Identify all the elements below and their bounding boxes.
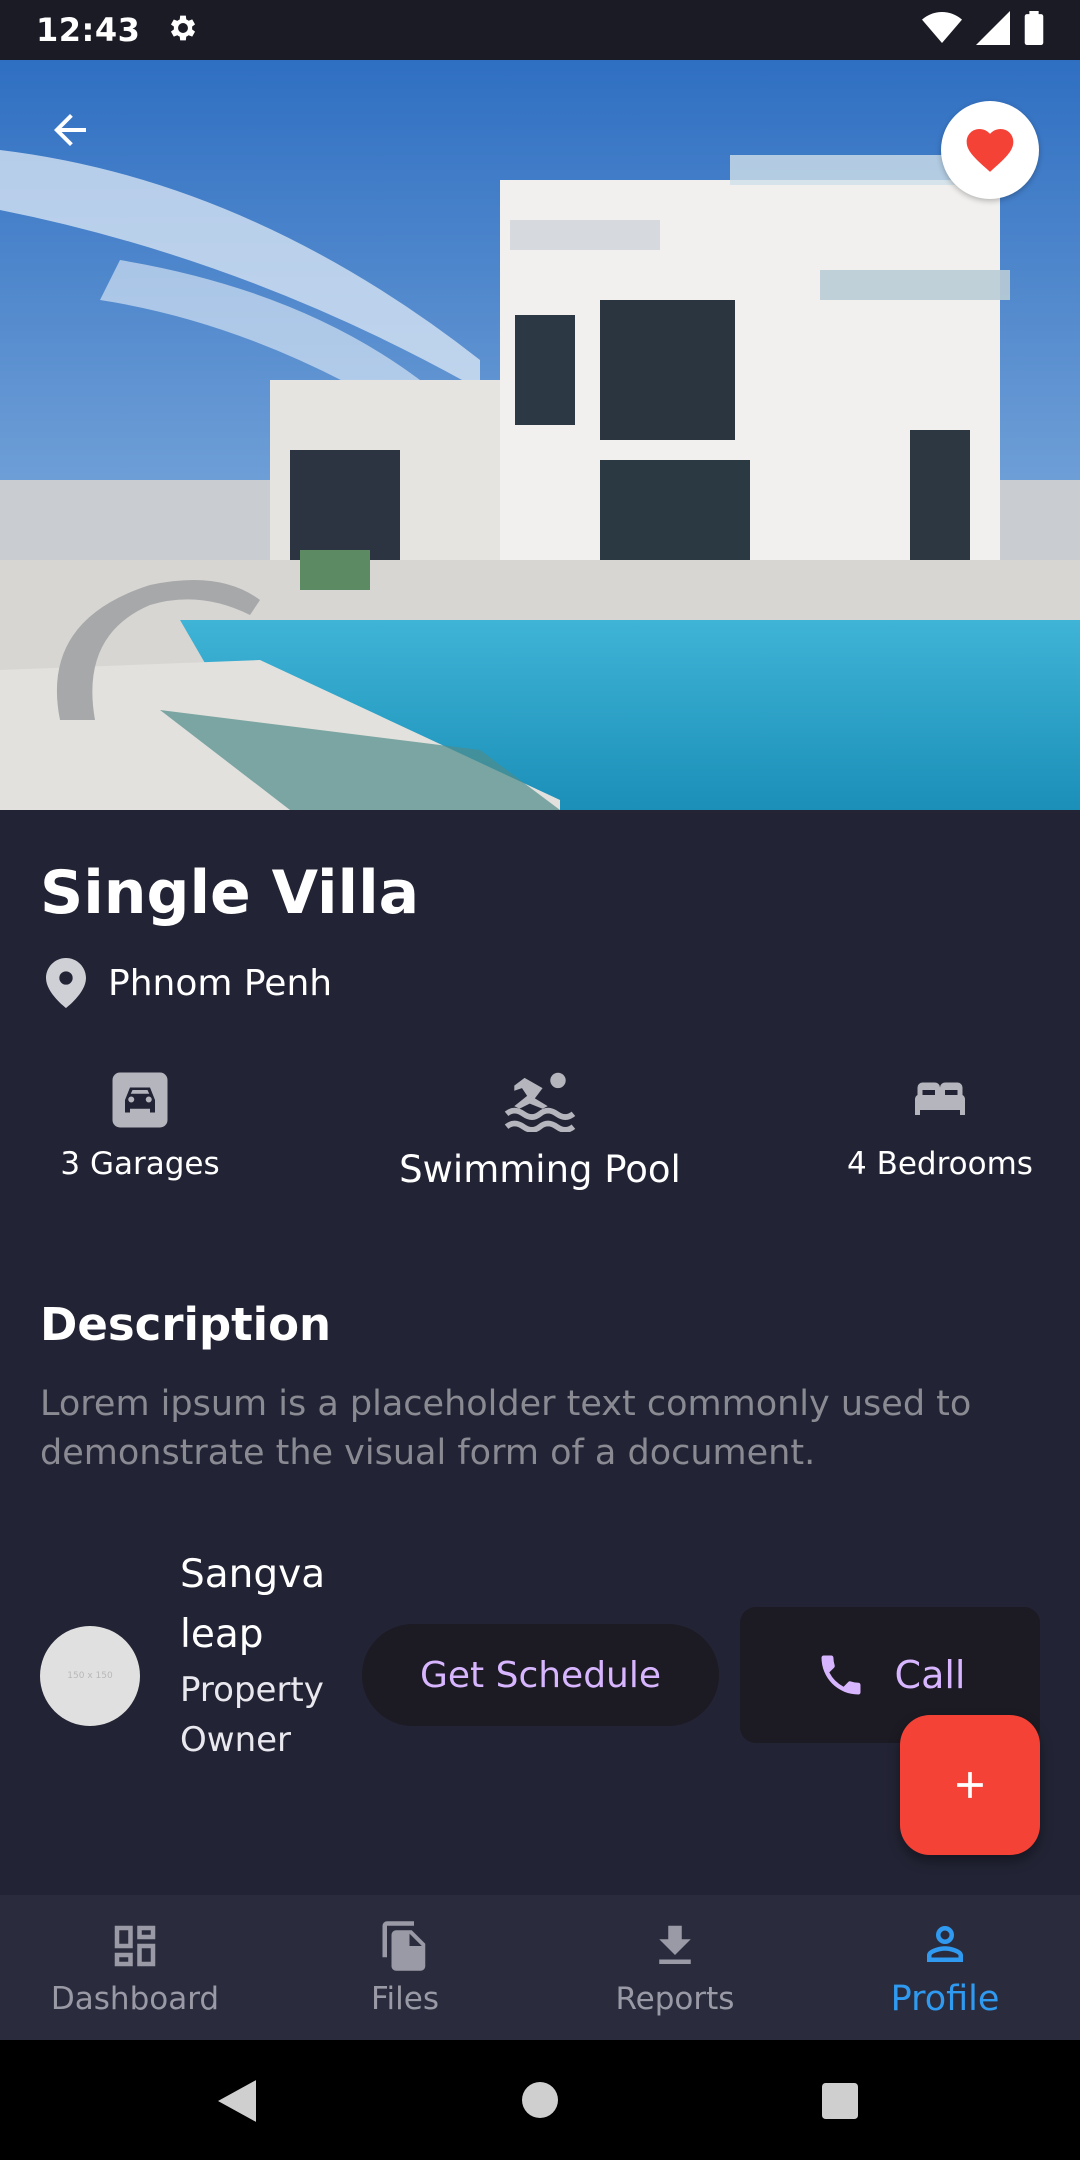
get-schedule-label: Get Schedule	[419, 1654, 662, 1696]
wifi-icon	[922, 11, 962, 49]
feature-pool: Swimming Pool	[390, 1070, 690, 1191]
system-navigation-bar	[0, 2040, 1080, 2160]
triangle-back-icon	[218, 2080, 256, 2122]
nav-label: Reports	[615, 1980, 735, 2017]
nav-item-reports[interactable]: Reports	[540, 1895, 810, 2040]
settings-icon	[166, 11, 200, 49]
avatar: 150 x 150	[40, 1626, 140, 1726]
phone-icon	[821, 1655, 861, 1695]
description-heading: Description	[40, 1298, 332, 1351]
nav-label: Files	[370, 1980, 440, 2017]
description-text: Lorem ipsum is a placeholder text common…	[40, 1384, 972, 1473]
feature-bedrooms: 4 Bedrooms	[840, 1070, 1040, 1182]
person-icon	[927, 1925, 963, 1962]
feature-label: 3 Garages	[60, 1146, 220, 1182]
status-left: 12:43	[36, 11, 200, 49]
status-right	[922, 11, 1044, 49]
cell-signal-icon	[976, 11, 1010, 49]
location-label: Phnom Penh	[108, 962, 333, 1004]
garage-icon	[112, 1072, 168, 1128]
square-recents-icon	[822, 2083, 858, 2119]
bed-icon	[915, 1082, 965, 1115]
feature-label: 4 Bedrooms	[847, 1146, 1033, 1182]
feature-label: Swimming Pool	[399, 1148, 681, 1191]
plus-icon	[957, 1772, 983, 1798]
property-hero-image	[0, 60, 1080, 810]
bottom-navigation: Dashboard Files Reports Profile	[0, 1895, 1080, 2040]
nav-label: Profile	[890, 1978, 1000, 2019]
nav-item-dashboard[interactable]: Dashboard	[0, 1895, 270, 2040]
nav-label: Dashboard	[50, 1980, 220, 2017]
nav-item-files[interactable]: Files	[270, 1895, 540, 2040]
system-home-button[interactable]	[522, 2082, 558, 2122]
add-fab-button[interactable]	[900, 1715, 1040, 1855]
download-icon	[659, 1925, 691, 1964]
files-icon	[382, 1920, 426, 1971]
owner-role: Property Owner	[180, 1670, 324, 1760]
owner-info: Sangvaleap Property Owner	[180, 1545, 330, 1765]
favorite-button[interactable]	[941, 101, 1039, 199]
status-time: 12:43	[36, 11, 141, 49]
feature-garages: 3 Garages	[50, 1070, 230, 1182]
battery-icon	[1024, 11, 1044, 49]
pool-icon	[504, 1072, 576, 1132]
system-back-button[interactable]	[218, 2080, 256, 2126]
owner-name: Sangvaleap	[180, 1552, 326, 1657]
property-location: Phnom Penh	[46, 958, 332, 1008]
nav-item-profile[interactable]: Profile	[810, 1895, 1080, 2040]
dashboard-icon	[114, 1925, 156, 1966]
call-label: Call	[894, 1653, 966, 1697]
circle-home-icon	[522, 2082, 558, 2118]
heart-icon	[966, 129, 1014, 172]
back-button[interactable]	[40, 100, 100, 160]
get-schedule-button[interactable]: Get Schedule	[362, 1624, 719, 1726]
property-title: Single Villa	[40, 858, 420, 928]
arrow-back-icon	[54, 114, 86, 146]
status-bar: 12:43	[0, 0, 1080, 60]
property-features: 3 Garages Swimming Pool 4 Bedrooms	[0, 1070, 1080, 1200]
system-recents-button[interactable]	[822, 2083, 858, 2123]
location-pin-icon	[46, 958, 86, 1008]
villa-photo	[0, 60, 1080, 810]
avatar-placeholder-text: 150 x 150	[67, 1671, 113, 1681]
